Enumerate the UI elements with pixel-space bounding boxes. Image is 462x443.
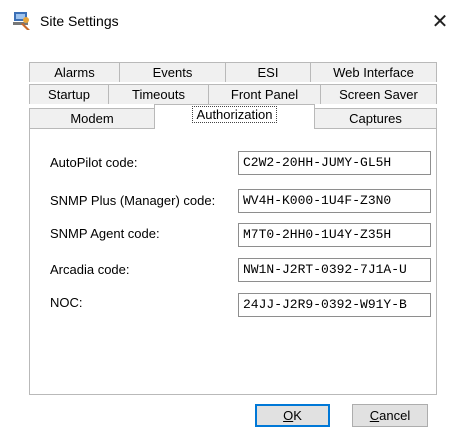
snmp-agent-code-label: SNMP Agent code: bbox=[50, 226, 160, 241]
tab-web-interface[interactable]: Web Interface bbox=[310, 62, 437, 82]
snmp-plus-code-field[interactable]: WV4H-K000-1U4F-Z3N0 bbox=[238, 189, 431, 213]
site-settings-dialog: Site Settings ✕ Alarms Events ESI Web In… bbox=[0, 0, 462, 443]
tab-modem[interactable]: Modem bbox=[29, 108, 155, 128]
arcadia-code-label: Arcadia code: bbox=[50, 262, 130, 277]
autopilot-code-field[interactable]: C2W2-20HH-JUMY-GL5H bbox=[238, 151, 431, 175]
tab-row-2: Startup Timeouts Front Panel Screen Save… bbox=[29, 84, 437, 104]
tab-authorization[interactable]: Authorization bbox=[154, 104, 315, 129]
autopilot-code-label: AutoPilot code: bbox=[50, 155, 138, 170]
tab-row-3: Modem Authorization Captures bbox=[29, 104, 437, 129]
cancel-mnemonic: C bbox=[369, 408, 380, 423]
tab-screen-saver[interactable]: Screen Saver bbox=[320, 84, 437, 104]
authorization-panel: AutoPilot code: C2W2-20HH-JUMY-GL5H SNMP… bbox=[29, 128, 437, 395]
ok-button[interactable]: OK bbox=[255, 404, 330, 427]
title-bar: Site Settings ✕ bbox=[0, 0, 462, 45]
noc-label: NOC: bbox=[50, 295, 83, 310]
snmp-plus-code-label: SNMP Plus (Manager) code: bbox=[50, 193, 216, 208]
settings-app-icon bbox=[13, 12, 30, 30]
close-icon[interactable]: ✕ bbox=[424, 8, 456, 36]
cancel-label-rest: ancel bbox=[379, 408, 411, 423]
tab-front-panel[interactable]: Front Panel bbox=[208, 84, 321, 104]
window-title: Site Settings bbox=[40, 13, 119, 29]
snmp-agent-code-field[interactable]: M7T0-2HH0-1U4Y-Z35H bbox=[238, 223, 431, 247]
tab-authorization-label: Authorization bbox=[191, 106, 278, 123]
tab-esi[interactable]: ESI bbox=[225, 62, 311, 82]
noc-code-field[interactable]: 24JJ-J2R9-0392-W91Y-B bbox=[238, 293, 431, 317]
tab-captures[interactable]: Captures bbox=[314, 108, 437, 128]
tab-startup[interactable]: Startup bbox=[29, 84, 109, 104]
tab-timeouts[interactable]: Timeouts bbox=[108, 84, 209, 104]
ok-mnemonic: O bbox=[283, 408, 294, 423]
cancel-button[interactable]: Cancel bbox=[352, 404, 428, 427]
tab-row-1: Alarms Events ESI Web Interface bbox=[29, 62, 437, 82]
tab-events[interactable]: Events bbox=[119, 62, 226, 82]
tab-alarms[interactable]: Alarms bbox=[29, 62, 120, 82]
ok-label-rest: K bbox=[293, 408, 302, 423]
arcadia-code-field[interactable]: NW1N-J2RT-0392-7J1A-U bbox=[238, 258, 431, 282]
